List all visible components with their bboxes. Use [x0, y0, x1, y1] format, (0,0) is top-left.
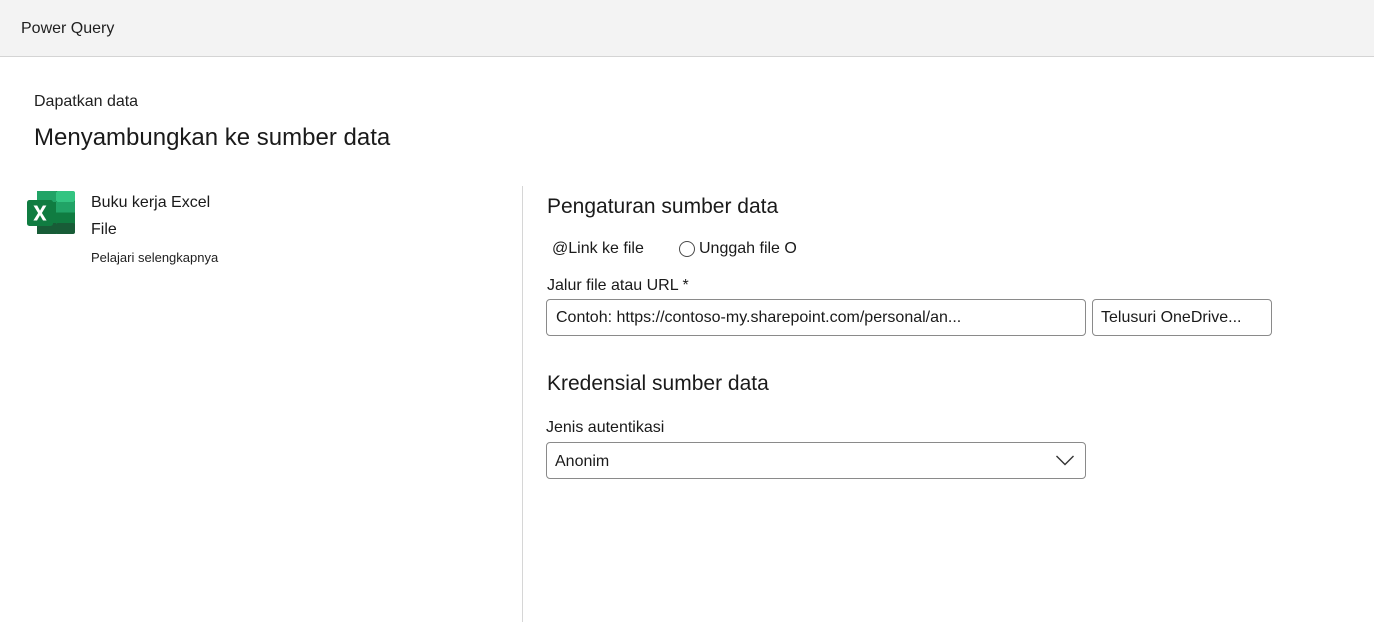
file-path-input[interactable] [546, 299, 1086, 336]
auth-type-label: Jenis autentikasi [546, 419, 665, 436]
credentials-section-title: Kredensial sumber data [547, 372, 769, 395]
app-title: Power Query [21, 20, 115, 37]
page-title: Menyambungkan ke sumber data [34, 124, 391, 151]
file-path-label: Jalur file atau URL * [547, 277, 689, 294]
breadcrumb: Dapatkan data [34, 93, 139, 110]
excel-logo-icon [27, 191, 75, 234]
connector-type: File [91, 221, 117, 238]
radio-upload-file-label: Unggah file O [699, 240, 797, 257]
browse-onedrive-button[interactable]: Telusuri OneDrive... [1092, 299, 1272, 336]
chevron-down-icon [1056, 455, 1074, 466]
radio-link-to-file-label: @Link ke file [552, 240, 644, 257]
auth-type-value: Anonim [555, 453, 610, 470]
radio-button-icon [679, 241, 695, 257]
connector-name: Buku kerja Excel [91, 194, 211, 211]
auth-type-dropdown[interactable]: Anonim [546, 442, 1086, 479]
radio-link-to-file[interactable]: @Link ke file [552, 240, 644, 258]
radio-upload-file[interactable]: Unggah file O [679, 240, 797, 258]
vertical-divider [522, 186, 523, 622]
settings-section-title: Pengaturan sumber data [547, 195, 779, 218]
learn-more-link[interactable]: Pelajari selengkapnya [91, 250, 218, 265]
title-bar: Power Query [0, 0, 1374, 57]
